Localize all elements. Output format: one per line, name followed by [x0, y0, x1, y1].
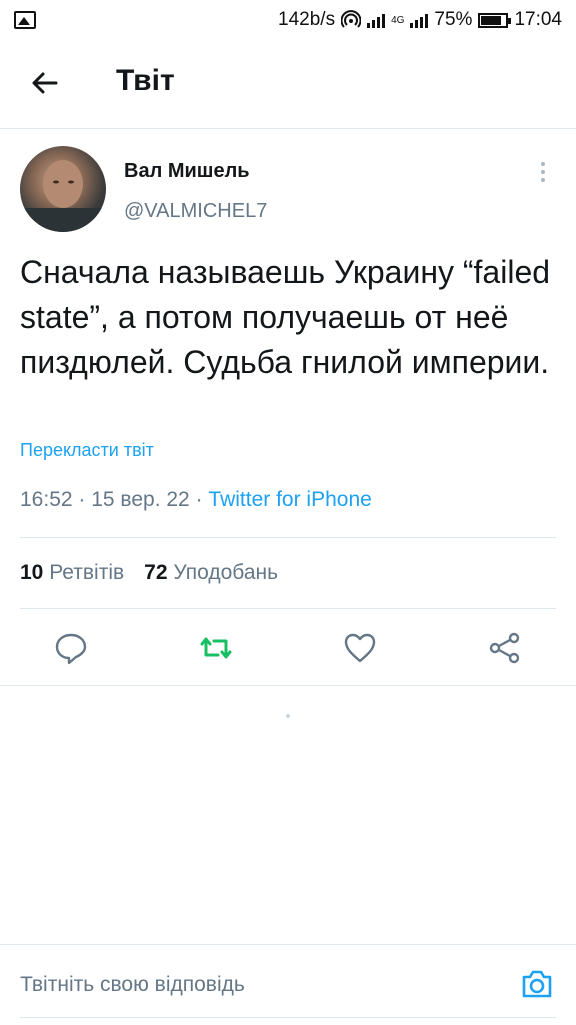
clock: 17:04	[514, 9, 562, 30]
reply-icon[interactable]	[53, 630, 89, 666]
tweet-time: 16:52	[20, 488, 73, 511]
tweet-text: Сначала называешь Украину “failed state”…	[20, 254, 551, 380]
page-title: Твіт	[116, 64, 175, 97]
camera-icon[interactable]	[520, 967, 554, 1001]
battery-percent: 75%	[434, 9, 473, 30]
retweets-count: 10	[20, 561, 44, 584]
loading-indicator	[286, 714, 290, 718]
signal-icon-2	[410, 12, 429, 28]
network-type: 4G	[391, 14, 405, 26]
tweet-stats: 10 Ретвітів 72 Уподобань	[20, 561, 278, 585]
gallery-icon	[14, 11, 36, 29]
reply-underline	[20, 1017, 556, 1018]
author-name[interactable]: Вал Мишель	[124, 160, 250, 183]
divider	[20, 537, 556, 538]
battery-icon	[478, 12, 512, 28]
retweets-stat[interactable]: 10 Ретвітів	[20, 561, 124, 585]
retweet-icon[interactable]	[198, 630, 234, 666]
reply-input[interactable]: Твітніть свою відповідь	[20, 973, 245, 997]
status-bar: 142b/s 4G 75% 17:04	[0, 0, 576, 40]
retweets-label: Ретвітів	[49, 561, 125, 584]
signal-icon	[367, 12, 386, 28]
top-app-bar: Твіт	[0, 40, 576, 129]
heart-icon[interactable]	[342, 630, 378, 666]
arrow-left-icon[interactable]	[28, 66, 62, 100]
meta-separator: ·	[78, 488, 92, 511]
likes-label: Уподобань	[173, 561, 279, 584]
tweet-meta: 16:52 · 15 вер. 22 · Twitter for iPhone	[20, 488, 372, 512]
hotspot-icon	[341, 10, 362, 28]
avatar[interactable]	[20, 146, 106, 232]
author-handle[interactable]: @VALMICHEL7	[124, 200, 267, 223]
more-options-icon[interactable]	[536, 162, 550, 186]
divider	[0, 685, 576, 686]
likes-stat[interactable]: 72 Уподобань	[144, 561, 278, 585]
meta-separator: ·	[195, 488, 209, 511]
translate-tweet-link[interactable]: Перекласти твіт	[20, 440, 154, 461]
net-speed: 142b/s	[278, 9, 336, 30]
tweet-date: 15 вер. 22	[91, 488, 190, 511]
action-bar	[0, 620, 576, 680]
likes-count: 72	[144, 561, 168, 584]
reply-composer: Твітніть свою відповідь	[0, 944, 576, 1025]
tweet-source-link[interactable]: Twitter for iPhone	[208, 488, 371, 511]
divider	[20, 608, 556, 609]
share-icon[interactable]	[487, 630, 523, 666]
